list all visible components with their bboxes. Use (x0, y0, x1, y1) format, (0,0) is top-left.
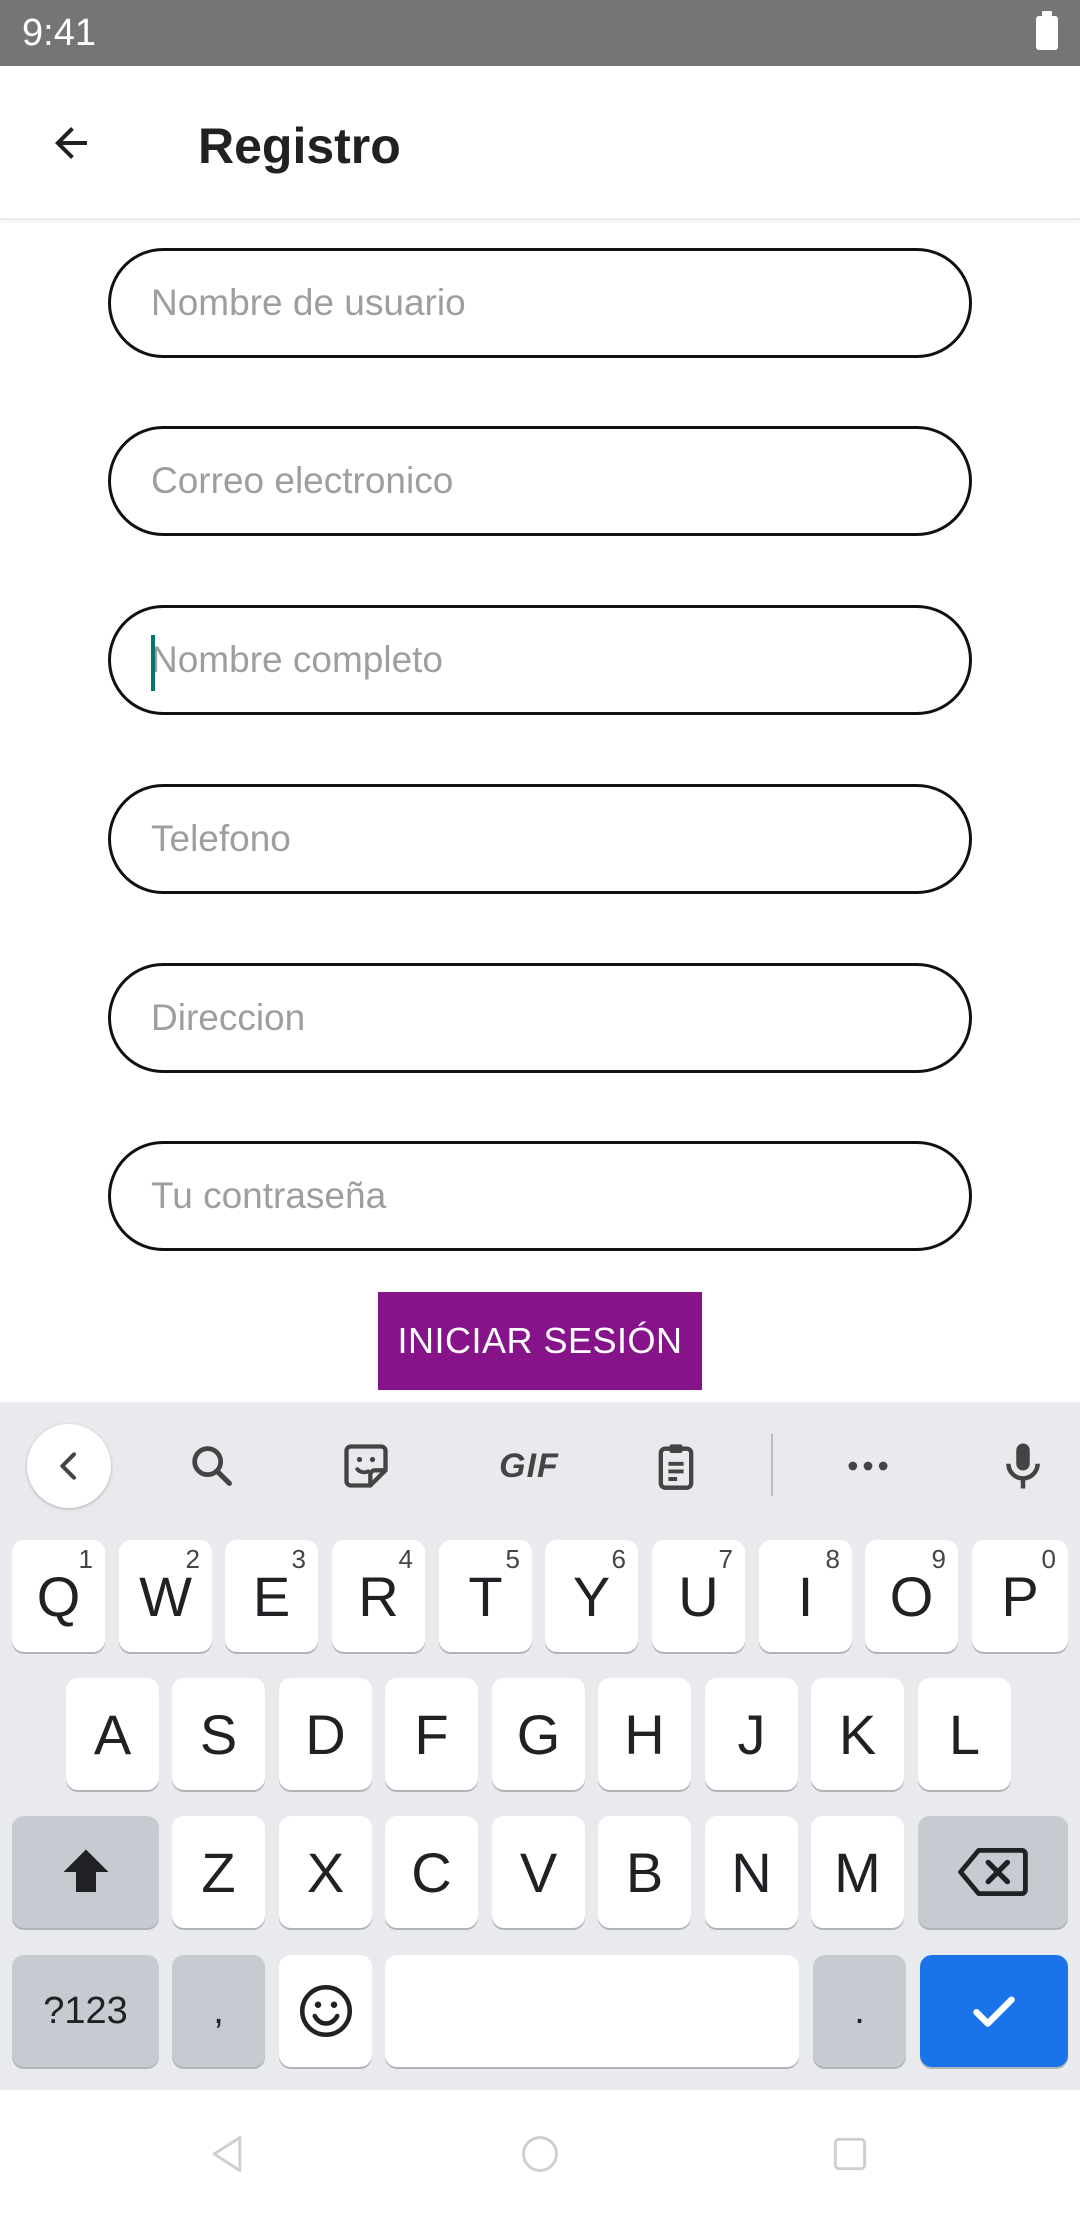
toolbar-divider (771, 1434, 773, 1496)
nav-recents-button[interactable] (826, 2130, 874, 2178)
key-r[interactable]: R4 (332, 1540, 425, 1652)
key-n[interactable]: N (705, 1816, 798, 1928)
gif-icon: GIF (499, 1446, 559, 1485)
email-input[interactable] (111, 429, 969, 533)
keyboard-clipboard-button[interactable] (634, 1424, 718, 1508)
key-l[interactable]: L (918, 1678, 1011, 1790)
navigation-bar (0, 2090, 1080, 2220)
square-recents-icon (833, 2137, 867, 2171)
sticker-icon (344, 1444, 388, 1488)
text-cursor (151, 635, 155, 691)
check-icon (973, 1996, 1015, 2027)
username-field[interactable] (108, 248, 972, 358)
circle-home-icon (522, 2136, 558, 2172)
address-input[interactable] (111, 966, 969, 1070)
status-time: 9:41 (22, 12, 96, 54)
emoji-key[interactable] (279, 1955, 372, 2067)
password-input[interactable] (111, 1144, 969, 1248)
full-name-input[interactable] (111, 608, 969, 712)
backspace-key[interactable] (918, 1816, 1068, 1928)
key-p[interactable]: P0 (972, 1540, 1068, 1652)
phone-field[interactable] (108, 784, 972, 894)
key-d[interactable]: D (279, 1678, 372, 1790)
nav-back-button[interactable] (203, 2130, 251, 2178)
arrow-left-icon (55, 127, 87, 159)
key-m[interactable]: M (811, 1816, 904, 1928)
phone-input[interactable] (111, 787, 969, 891)
keyboard-sticker-button[interactable] (324, 1424, 408, 1508)
key-t[interactable]: T5 (439, 1540, 532, 1652)
key-e[interactable]: E3 (225, 1540, 318, 1652)
email-field[interactable] (108, 426, 972, 536)
keyboard-collapse-button[interactable] (27, 1424, 111, 1508)
password-field[interactable] (108, 1141, 972, 1251)
login-button[interactable]: INICIAR SESIÓN (378, 1292, 702, 1390)
key-c[interactable]: C (385, 1816, 478, 1928)
microphone-icon (1006, 1443, 1040, 1489)
key-o[interactable]: O9 (865, 1540, 958, 1652)
space-key[interactable] (385, 1955, 799, 2067)
keyboard-toolbar: GIF (0, 1402, 1080, 1522)
key-z[interactable]: Z (172, 1816, 265, 1928)
back-button[interactable] (36, 108, 106, 178)
comma-key[interactable]: , (172, 1955, 265, 2067)
key-f[interactable]: F (385, 1678, 478, 1790)
keyboard: GIF Q1 W2 E3 R4 T5 Y6 U7 I8 O9 P 0 A S D… (0, 1402, 1080, 2090)
enter-key[interactable] (920, 1955, 1068, 2067)
key-h[interactable]: H (598, 1678, 691, 1790)
period-key[interactable]: . (813, 1955, 906, 2067)
keyboard-gif-button[interactable]: GIF (477, 1424, 581, 1508)
triangle-back-icon (212, 2136, 242, 2172)
symbols-key[interactable]: ?123 (12, 1955, 159, 2067)
address-field[interactable] (108, 963, 972, 1073)
nav-home-button[interactable] (516, 2130, 564, 2178)
key-g[interactable]: G (492, 1678, 585, 1790)
key-b[interactable]: B (598, 1816, 691, 1928)
backspace-icon (958, 1847, 1028, 1896)
key-w[interactable]: W2 (119, 1540, 212, 1652)
key-q[interactable]: Q1 (12, 1540, 105, 1652)
key-k[interactable]: K (811, 1678, 904, 1790)
clipboard-icon (658, 1444, 694, 1490)
key-s[interactable]: S (172, 1678, 265, 1790)
page-title: Registro (198, 118, 401, 174)
keyboard-more-button[interactable] (826, 1424, 910, 1508)
key-y[interactable]: Y6 (545, 1540, 638, 1652)
chevron-left-icon (60, 1452, 76, 1480)
keyboard-search-button[interactable] (170, 1424, 254, 1508)
key-x[interactable]: X (279, 1816, 372, 1928)
key-a[interactable]: A (66, 1678, 159, 1790)
status-bar: 9:41 (0, 0, 1080, 66)
shift-icon (63, 1849, 108, 1892)
shift-key[interactable] (12, 1816, 159, 1928)
battery-icon (1036, 11, 1058, 50)
app-bar: Registro (0, 66, 1080, 220)
key-j[interactable]: J (705, 1678, 798, 1790)
key-v[interactable]: V (492, 1816, 585, 1928)
more-icon (848, 1461, 888, 1471)
emoji-icon (299, 1985, 352, 2037)
full-name-field[interactable] (108, 605, 972, 715)
key-i[interactable]: I8 (759, 1540, 852, 1652)
key-u[interactable]: U7 (652, 1540, 745, 1652)
search-icon (192, 1446, 232, 1486)
keyboard-voice-button[interactable] (981, 1424, 1065, 1508)
username-input[interactable] (111, 251, 969, 355)
